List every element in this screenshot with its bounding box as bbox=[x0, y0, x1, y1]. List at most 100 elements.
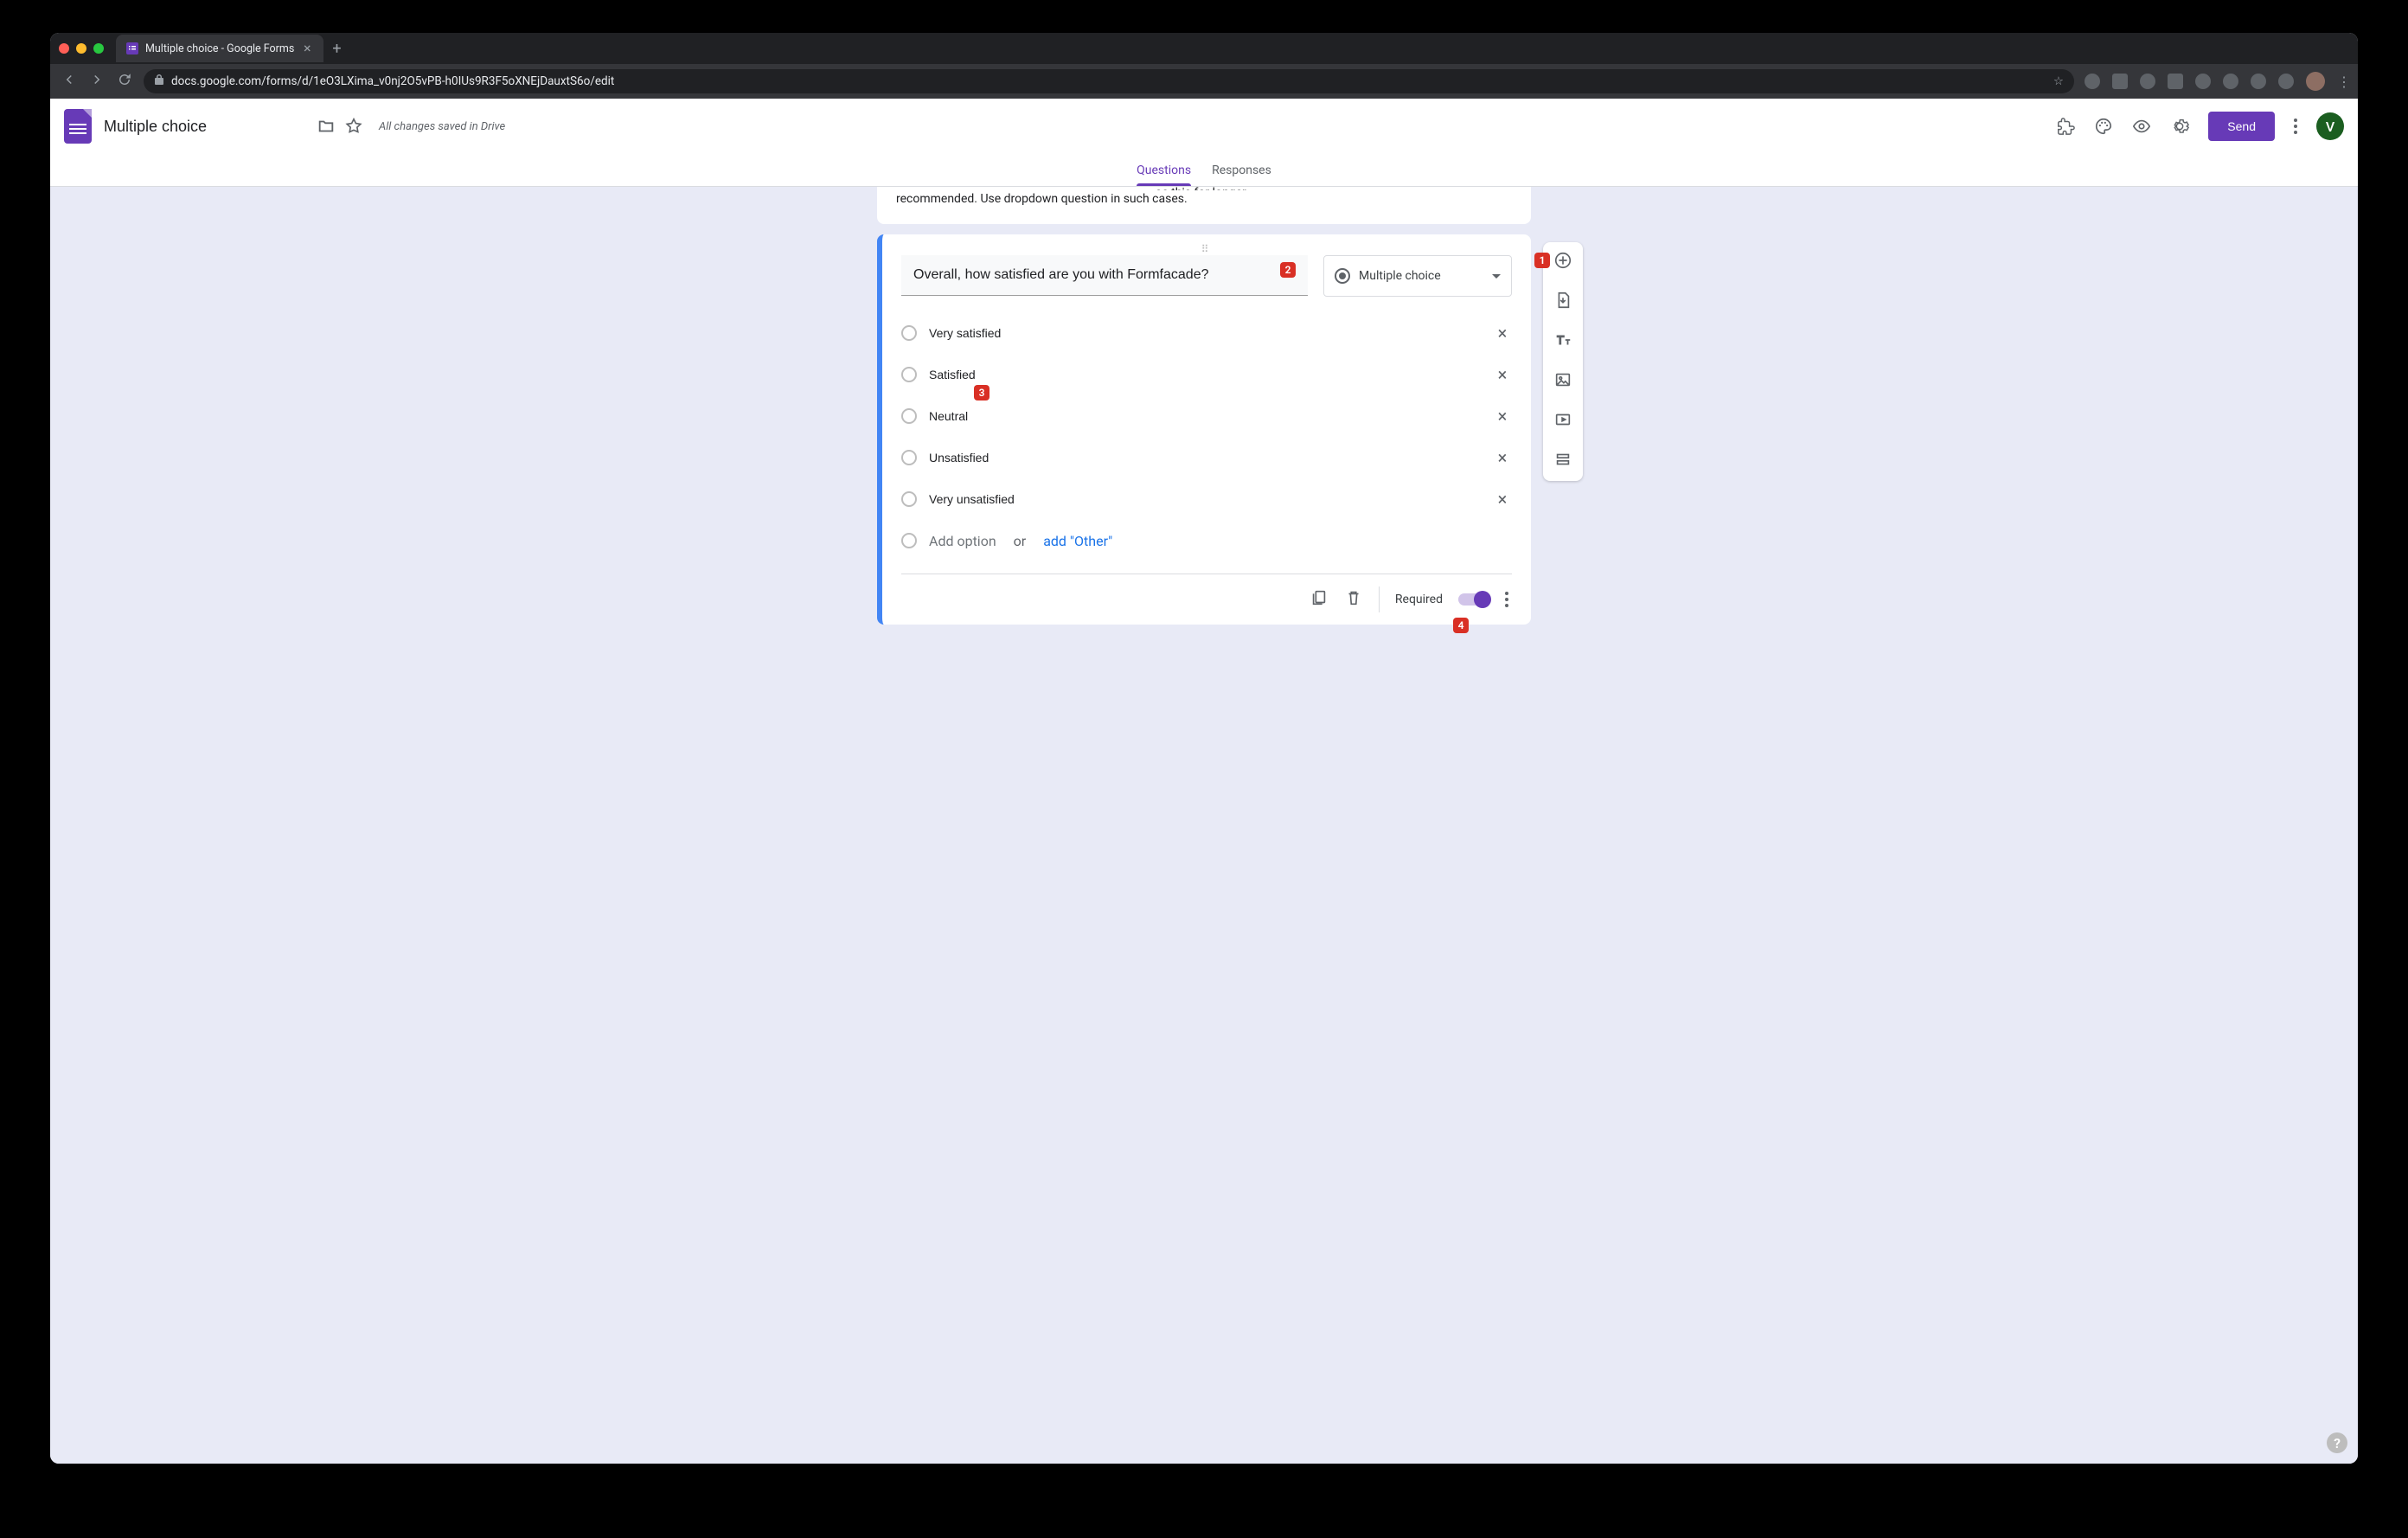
radio-icon bbox=[901, 533, 917, 548]
option-row: × bbox=[901, 312, 1512, 354]
option-input[interactable] bbox=[929, 406, 1481, 426]
annotation-badge-4: 4 bbox=[1453, 618, 1469, 633]
forward-button[interactable] bbox=[88, 72, 106, 91]
option-row: × bbox=[901, 354, 1512, 395]
radio-icon bbox=[901, 450, 917, 465]
extension-icon[interactable] bbox=[2195, 74, 2211, 89]
extension-icon[interactable] bbox=[2085, 74, 2100, 89]
add-video-icon[interactable] bbox=[1553, 410, 1572, 433]
annotation-badge-2: 2 bbox=[1280, 262, 1296, 278]
annotation-badge-1: 1 bbox=[1534, 253, 1550, 268]
close-window-button[interactable] bbox=[59, 43, 69, 54]
star-icon[interactable] bbox=[344, 117, 363, 136]
help-icon[interactable]: ? bbox=[2327, 1432, 2347, 1453]
option-input[interactable] bbox=[929, 364, 1481, 385]
add-section-icon[interactable] bbox=[1553, 450, 1572, 472]
description-text: recommended. Use dropdown question in su… bbox=[896, 192, 1188, 206]
send-button[interactable]: Send bbox=[2208, 112, 2275, 141]
forms-favicon bbox=[126, 42, 138, 54]
new-tab-button[interactable]: + bbox=[332, 40, 341, 58]
form-canvas: se this for longer recommended. Use drop… bbox=[50, 187, 2358, 1464]
minimize-window-button[interactable] bbox=[76, 43, 86, 54]
account-avatar[interactable]: V bbox=[2316, 112, 2344, 140]
add-option-row: Add option or add "Other" bbox=[901, 520, 1512, 561]
maximize-window-button[interactable] bbox=[93, 43, 104, 54]
question-type-dropdown[interactable]: Multiple choice bbox=[1323, 255, 1512, 297]
add-image-icon[interactable] bbox=[1553, 370, 1572, 393]
question-more-menu-icon[interactable] bbox=[1505, 592, 1508, 607]
move-to-folder-icon[interactable] bbox=[317, 117, 336, 136]
or-label: or bbox=[1014, 533, 1027, 549]
forms-logo-icon[interactable] bbox=[64, 109, 92, 144]
add-other-button[interactable]: add "Other" bbox=[1043, 533, 1112, 549]
lock-icon bbox=[154, 74, 164, 89]
option-row: × bbox=[901, 437, 1512, 478]
radio-icon bbox=[901, 325, 917, 341]
add-question-icon[interactable]: 1 bbox=[1553, 251, 1572, 273]
theme-palette-icon[interactable] bbox=[2094, 117, 2113, 136]
bookmark-star-icon[interactable]: ☆ bbox=[2053, 74, 2064, 88]
back-button[interactable] bbox=[61, 72, 78, 91]
tab-questions[interactable]: Questions bbox=[1137, 163, 1191, 186]
extension-icon[interactable] bbox=[2168, 74, 2183, 89]
options-list: × × × 3 bbox=[901, 312, 1512, 561]
floating-toolbar: 1 bbox=[1543, 242, 1583, 481]
extension-icon[interactable] bbox=[2251, 74, 2266, 89]
option-input[interactable] bbox=[929, 323, 1481, 343]
save-status-text: All changes saved in Drive bbox=[379, 120, 505, 133]
browser-tab-bar: Multiple choice - Google Forms × + bbox=[50, 33, 2358, 64]
add-option-button[interactable]: Add option bbox=[929, 533, 996, 549]
settings-gear-icon[interactable] bbox=[2170, 117, 2189, 136]
radio-icon bbox=[901, 408, 917, 424]
browser-menu-icon[interactable]: ⋮ bbox=[2337, 74, 2347, 90]
drag-handle-icon[interactable]: ⠿ bbox=[901, 243, 1512, 255]
duplicate-icon[interactable] bbox=[1310, 588, 1329, 611]
browser-profile-avatar[interactable] bbox=[2306, 72, 2325, 91]
close-tab-icon[interactable]: × bbox=[301, 42, 313, 54]
question-footer: Required 4 bbox=[901, 574, 1512, 625]
question-title-input[interactable] bbox=[901, 255, 1308, 296]
remove-option-icon[interactable]: × bbox=[1493, 406, 1512, 426]
address-bar[interactable]: docs.google.com/forms/d/1eO3LXima_v0nj2O… bbox=[144, 69, 2074, 93]
reload-button[interactable] bbox=[116, 72, 133, 91]
browser-tab[interactable]: Multiple choice - Google Forms × bbox=[116, 35, 323, 62]
required-toggle[interactable] bbox=[1458, 593, 1489, 606]
option-input[interactable] bbox=[929, 489, 1481, 509]
radio-icon bbox=[901, 491, 917, 507]
extension-icon[interactable] bbox=[2223, 74, 2238, 89]
tab-title: Multiple choice - Google Forms bbox=[145, 42, 294, 55]
extensions-puzzle-icon[interactable] bbox=[2278, 74, 2294, 89]
required-label: Required bbox=[1395, 593, 1443, 606]
chevron-down-icon bbox=[1492, 274, 1501, 279]
option-input[interactable] bbox=[929, 447, 1481, 468]
question-type-label: Multiple choice bbox=[1359, 269, 1483, 283]
addons-icon[interactable] bbox=[2056, 117, 2075, 136]
app-header: All changes saved in Drive Send V bbox=[50, 99, 2358, 154]
delete-trash-icon[interactable] bbox=[1344, 588, 1363, 611]
import-questions-icon[interactable] bbox=[1553, 291, 1572, 313]
remove-option-icon[interactable]: × bbox=[1493, 323, 1512, 343]
option-row: × bbox=[901, 478, 1512, 520]
url-text: docs.google.com/forms/d/1eO3LXima_v0nj2O… bbox=[171, 74, 614, 88]
extension-icons: ⋮ bbox=[2085, 72, 2347, 91]
form-title-input[interactable] bbox=[100, 116, 308, 138]
browser-toolbar: docs.google.com/forms/d/1eO3LXima_v0nj2O… bbox=[50, 64, 2358, 99]
tab-responses[interactable]: Responses bbox=[1212, 163, 1271, 186]
radio-icon bbox=[901, 367, 917, 382]
extension-icon[interactable] bbox=[2112, 74, 2128, 89]
add-title-text-icon[interactable] bbox=[1553, 330, 1572, 353]
extension-icon[interactable] bbox=[2140, 74, 2155, 89]
remove-option-icon[interactable]: × bbox=[1493, 364, 1512, 385]
annotation-badge-3: 3 bbox=[974, 385, 989, 401]
remove-option-icon[interactable]: × bbox=[1493, 447, 1512, 468]
preview-eye-icon[interactable] bbox=[2132, 117, 2151, 136]
more-menu-icon[interactable] bbox=[2294, 119, 2297, 134]
remove-option-icon[interactable]: × bbox=[1493, 489, 1512, 509]
description-card: se this for longer recommended. Use drop… bbox=[877, 187, 1531, 224]
forms-app: All changes saved in Drive Send V bbox=[50, 99, 2358, 1464]
question-card: ⠿ Multiple choice × bbox=[877, 234, 1531, 625]
window-controls bbox=[59, 43, 104, 54]
radio-icon bbox=[1335, 268, 1350, 284]
option-row: × 3 bbox=[901, 395, 1512, 437]
form-editor-tabs: Questions Responses bbox=[50, 154, 2358, 187]
